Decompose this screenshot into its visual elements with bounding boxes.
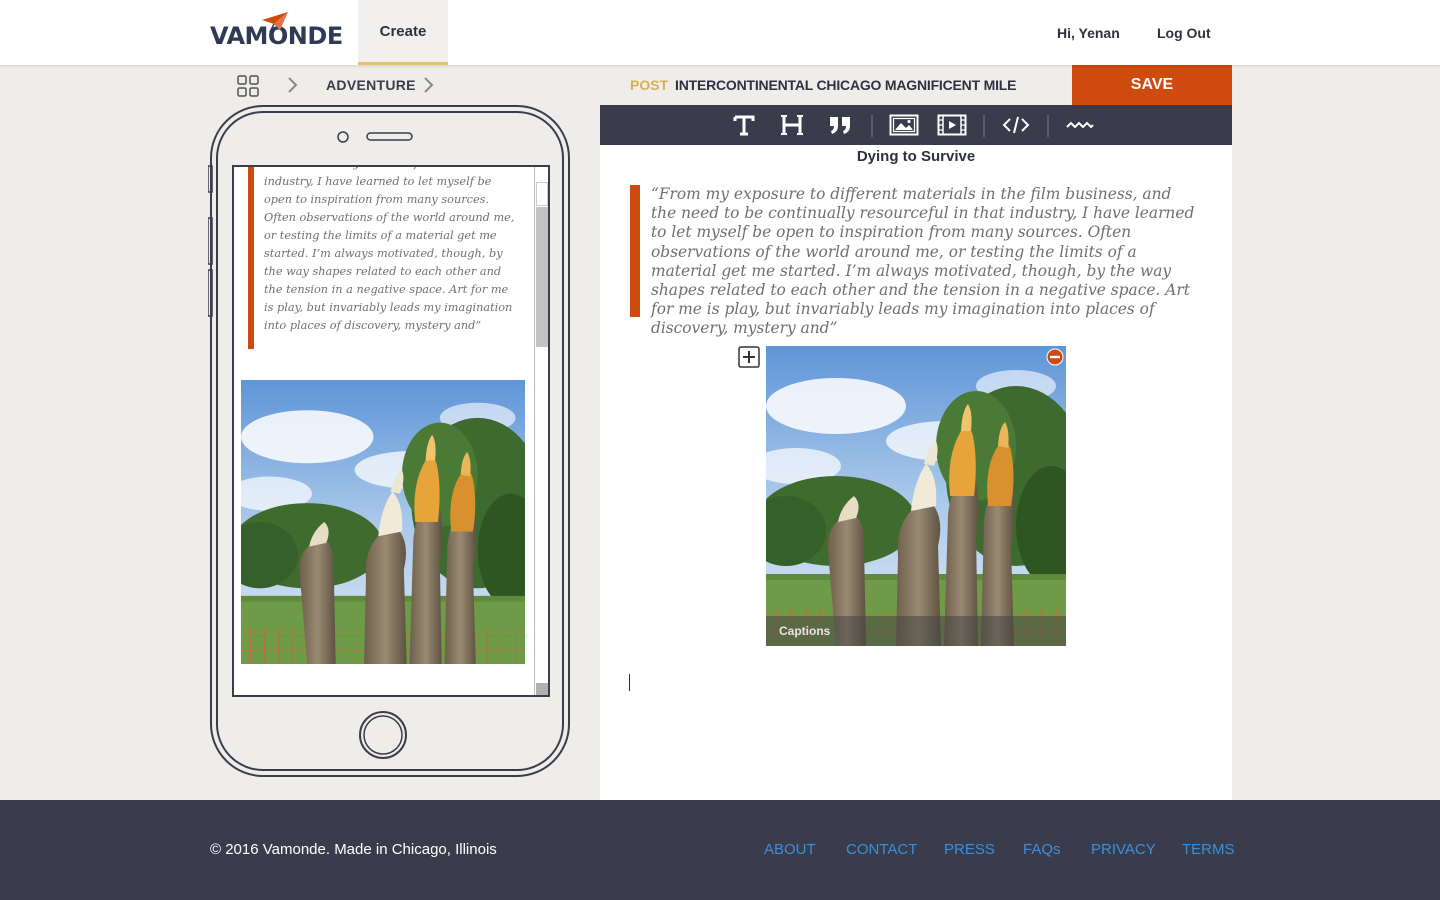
paper-plane-icon [262,12,288,32]
caption-input[interactable]: Captions [779,624,830,638]
footer-link-about[interactable]: ABOUT [764,841,816,858]
footer-link-contact[interactable]: CONTACT [846,841,917,858]
footer-link-press[interactable]: PRESS [944,841,995,858]
phone-scrollbar[interactable] [534,167,548,695]
post-title: INTERCONTINENTAL CHICAGO MAGNIFICENT MIL… [675,77,1017,93]
top-header: VAMONDE Create Hi, Yenan Log Out [0,0,1440,65]
user-greeting: Hi, Yenan [1057,25,1120,41]
phone-quote-text: to be continually resourceful in that in… [264,167,515,332]
editor-toolbar [600,105,1232,145]
breadcrumb-adventure[interactable]: ADVENTURE [326,77,416,93]
save-button[interactable]: SAVE [1072,65,1232,105]
caption-bar: Captions [766,616,1066,646]
chevron-right-icon [288,77,298,93]
quote-icon[interactable] [827,113,853,137]
phone-preview-photo [241,380,525,664]
post-type-label: POST [630,77,669,93]
video-icon[interactable] [937,113,967,137]
footer-link-faqs[interactable]: FAQs [1023,841,1061,858]
phone-preview-screen: to be continually resourceful in that in… [232,165,550,697]
phone-preview-quote: to be continually resourceful in that in… [248,167,518,349]
footer-link-terms[interactable]: TERMS [1182,841,1235,858]
vamonde-logo[interactable]: VAMONDE [210,10,343,50]
nav-create-tab[interactable]: Create [358,0,448,65]
remove-image-icon[interactable] [1046,348,1064,366]
text-icon[interactable] [731,113,757,137]
code-icon[interactable] [1001,113,1031,137]
scrollbar-thumb[interactable] [536,207,548,347]
post-content-title[interactable]: Dying to Survive [600,148,1232,165]
sculpture-photo [745,345,1087,647]
post-editor: Dying to Survive “From my exposure to di… [600,105,1232,800]
scroll-down-arrow[interactable] [536,683,548,695]
toolbar-separator [983,115,985,137]
grid-icon[interactable] [237,75,259,97]
footer: © 2016 Vamonde. Made in Chicago, Illinoi… [0,800,1440,900]
add-block-icon[interactable] [738,346,760,368]
copyright-text: © 2016 Vamonde. Made in Chicago, Illinoi… [210,841,497,858]
image-block[interactable]: Captions [745,345,1087,647]
footer-link-privacy[interactable]: PRIVACY [1091,841,1156,858]
image-icon[interactable] [889,113,919,137]
scroll-track-top [536,182,548,206]
logout-link[interactable]: Log Out [1157,25,1211,41]
text-cursor [629,674,630,691]
heading-icon[interactable] [779,113,805,137]
chevron-right-icon [424,77,434,93]
toolbar-separator [871,115,873,137]
quote-block[interactable]: “From my exposure to different materials… [630,185,1200,337]
toolbar-separator [1047,115,1049,137]
divider-icon[interactable] [1065,113,1095,137]
